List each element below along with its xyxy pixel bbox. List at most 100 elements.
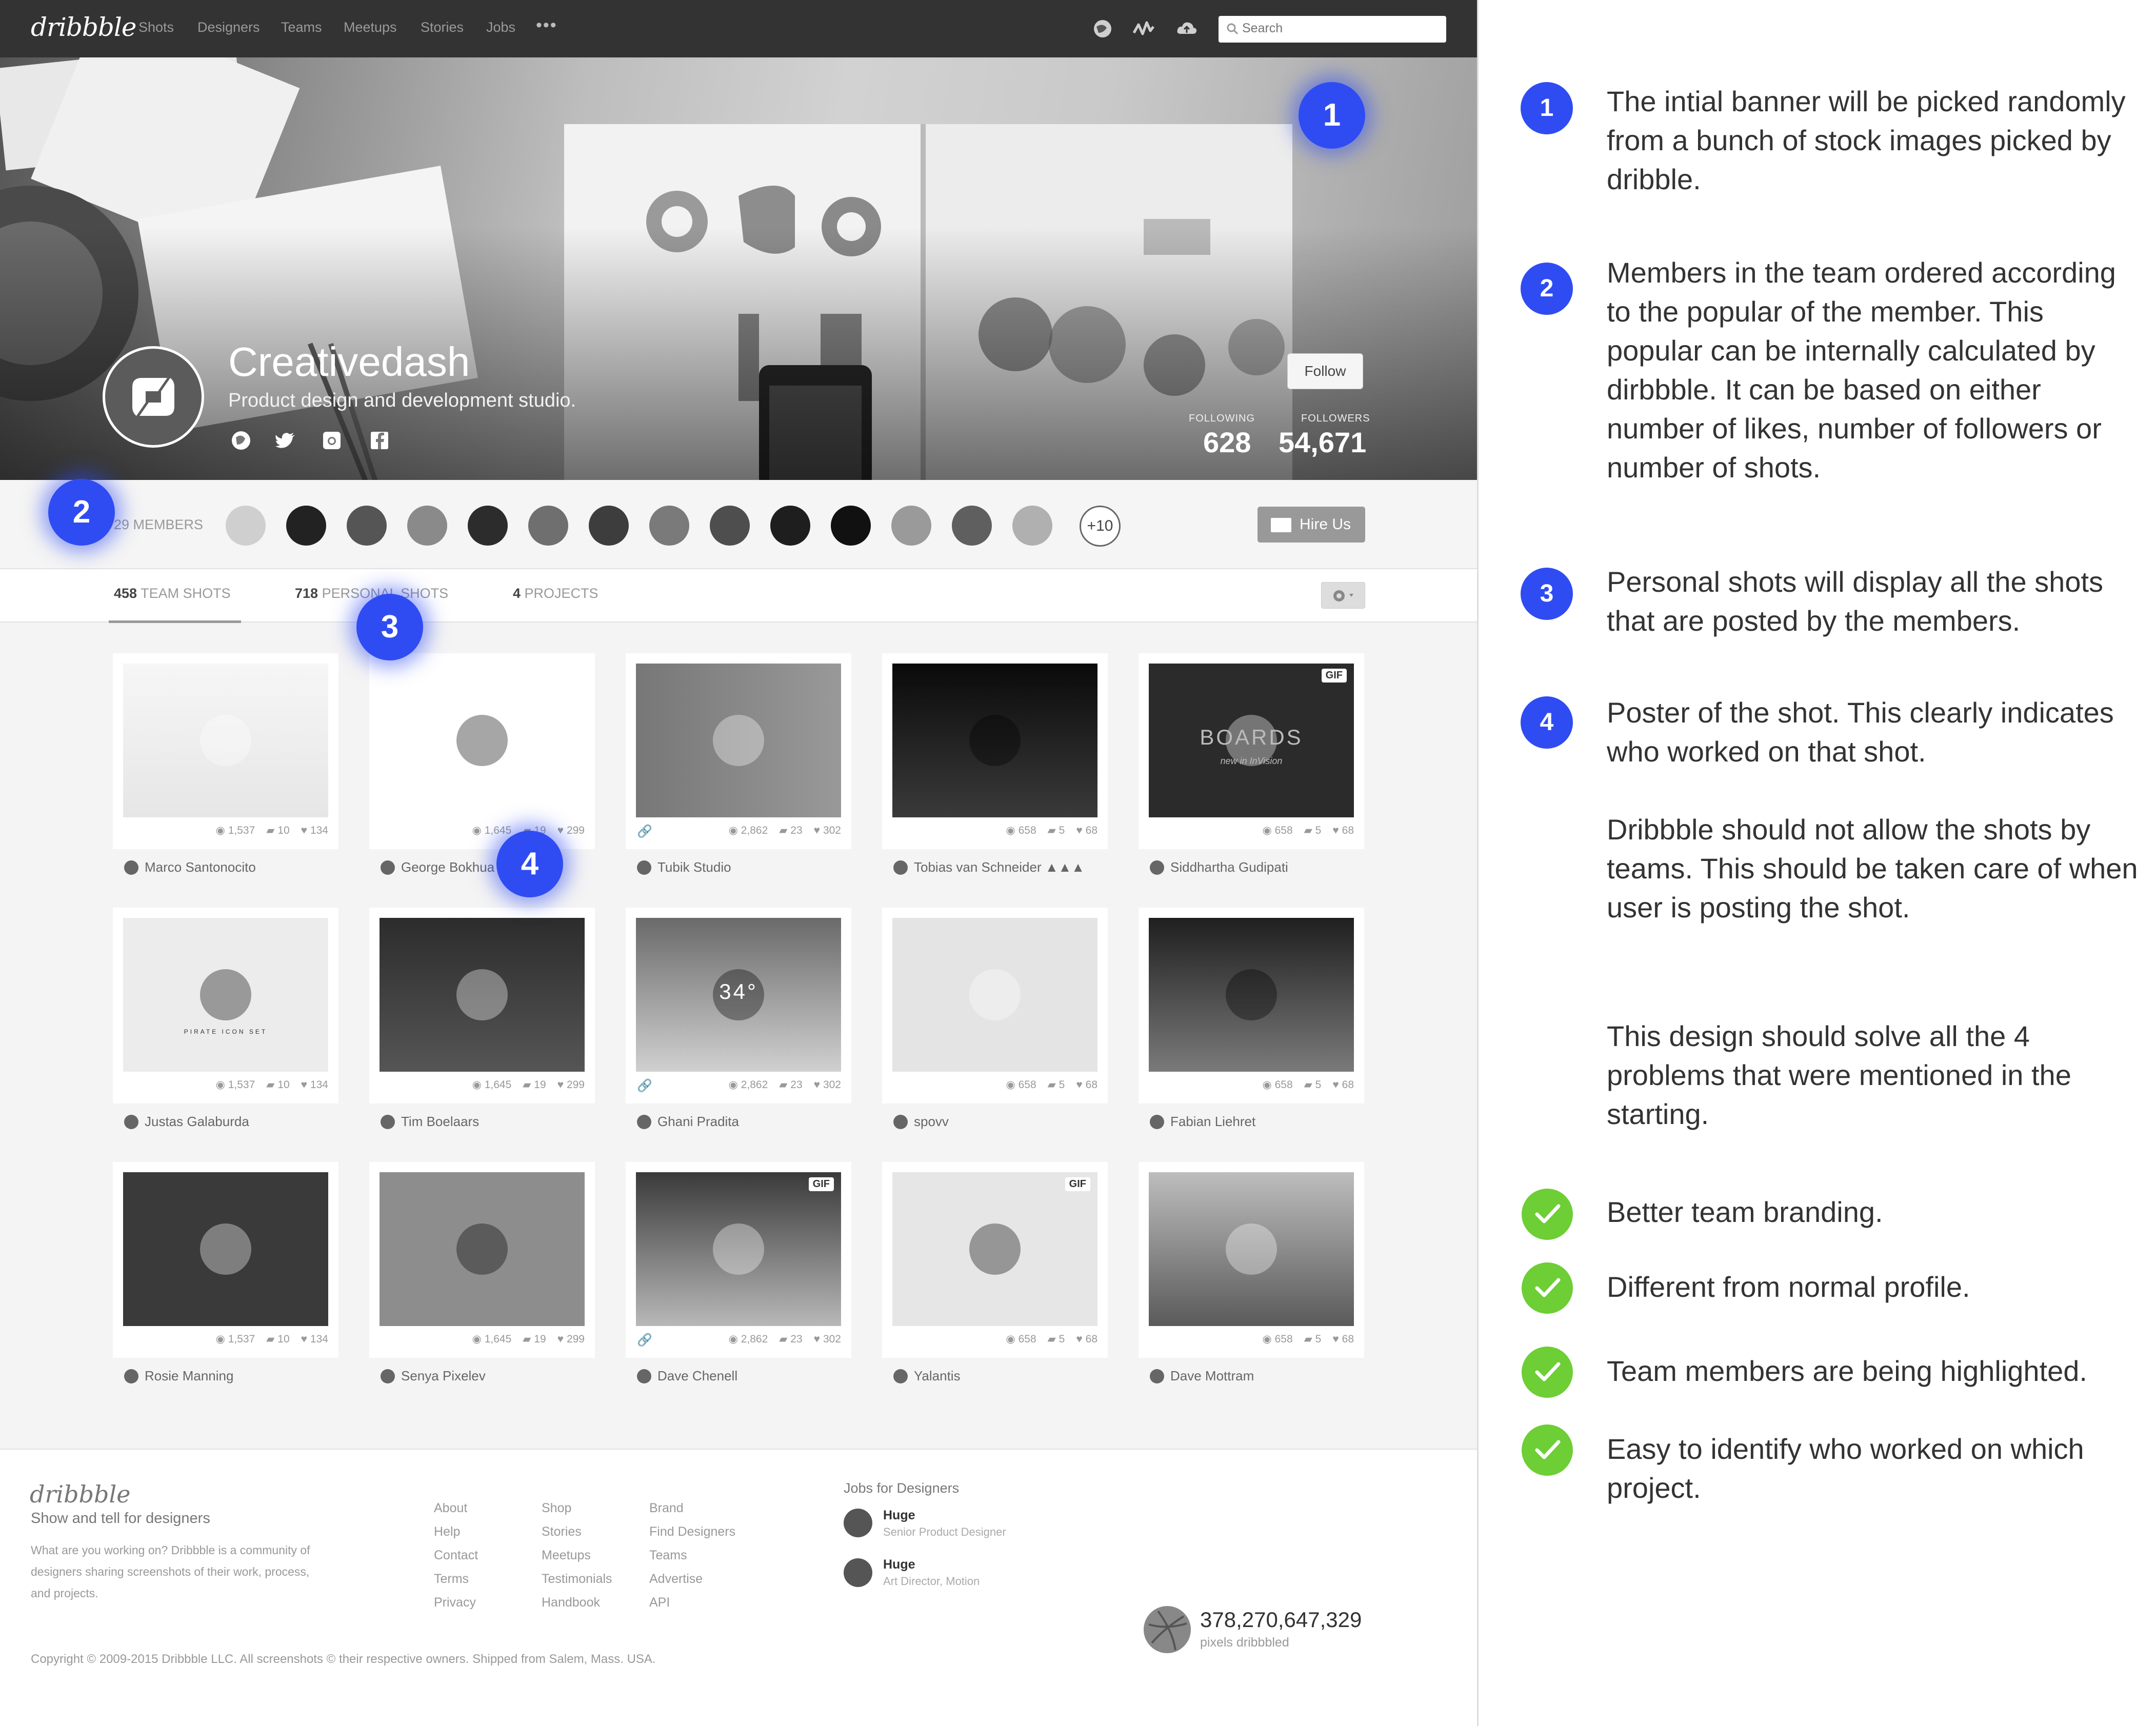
shot-card[interactable]: ◉ 1,537 ▰ 10 ♥ 134	[113, 1162, 338, 1358]
shot-likes[interactable]: ♥ 134	[301, 825, 328, 836]
shot-comments[interactable]: ▰ 23	[779, 1079, 802, 1091]
shot-comments[interactable]: ▰ 10	[266, 825, 289, 836]
poster-avatar[interactable]	[381, 1115, 395, 1129]
shot-comments[interactable]: ▰ 5	[1304, 1079, 1322, 1091]
poster-avatar[interactable]	[893, 1115, 908, 1129]
nav-link-jobs[interactable]: Jobs	[486, 19, 515, 35]
shot-likes[interactable]: ♥ 299	[557, 1333, 585, 1345]
member-avatar[interactable]	[770, 506, 810, 546]
shot-views[interactable]: ◉ 658	[1006, 1333, 1036, 1345]
shot-likes[interactable]: ♥ 68	[1076, 1079, 1097, 1091]
shot-card[interactable]: GIF 🔗 ◉ 2,862 ▰ 23 ♥ 302	[626, 1162, 851, 1358]
footer-link-handbook[interactable]: Handbook	[542, 1595, 600, 1610]
nav-link-shots[interactable]: Shots	[138, 19, 174, 35]
footer-link-stories[interactable]: Stories	[542, 1524, 582, 1539]
shot-views[interactable]: ◉ 1,537	[216, 825, 255, 836]
shot-thumbnail-mountain[interactable]	[123, 664, 328, 817]
shot-likes[interactable]: ♥ 134	[301, 1079, 328, 1091]
poster-name[interactable]: Tim Boelaars	[401, 1114, 479, 1129]
shot-card[interactable]: ◉ 658 ▰ 5 ♥ 68	[1139, 1162, 1364, 1358]
poster-avatar[interactable]	[381, 1369, 395, 1383]
shot-poster[interactable]: Rosie Manning	[124, 1368, 233, 1389]
footer-link-privacy[interactable]: Privacy	[434, 1595, 476, 1610]
footer-link-contact[interactable]: Contact	[434, 1548, 478, 1563]
hire-us-button[interactable]: Hire Us	[1257, 507, 1365, 543]
upload-cloud-icon[interactable]	[1175, 17, 1198, 40]
footer-logo[interactable]: dribbble	[30, 1480, 130, 1508]
poster-avatar[interactable]	[1150, 1115, 1164, 1129]
footer-link-meetups[interactable]: Meetups	[542, 1548, 591, 1563]
poster-name[interactable]: Rosie Manning	[145, 1368, 233, 1383]
nav-link-teams[interactable]: Teams	[281, 19, 322, 35]
member-avatar[interactable]	[649, 506, 689, 546]
shot-views[interactable]: ◉ 658	[1006, 825, 1036, 836]
shot-comments[interactable]: ▰ 5	[1048, 1333, 1065, 1345]
poster-name[interactable]: spovv	[914, 1114, 949, 1129]
shot-likes[interactable]: ♥ 68	[1332, 1333, 1354, 1345]
shot-comments[interactable]: ▰ 19	[523, 1333, 546, 1345]
instagram-icon[interactable]	[321, 429, 343, 452]
link-icon[interactable]: 🔗	[637, 824, 652, 839]
poster-name[interactable]: Fabian Liehret	[1170, 1114, 1255, 1129]
member-avatar[interactable]	[589, 506, 629, 546]
twitter-icon[interactable]	[274, 429, 297, 452]
shot-poster[interactable]: Justas Galaburda	[124, 1114, 249, 1134]
shot-likes[interactable]: ♥ 134	[301, 1333, 328, 1345]
poster-name[interactable]: Marco Santonocito	[145, 859, 256, 875]
poster-avatar[interactable]	[637, 1369, 651, 1383]
member-avatar[interactable]	[1012, 506, 1052, 546]
shot-poster[interactable]: Yalantis	[893, 1368, 961, 1389]
shot-poster[interactable]: Senya Pixelev	[381, 1368, 486, 1389]
shot-poster[interactable]: Marco Santonocito	[124, 859, 256, 880]
job-role[interactable]: Senior Product Designer	[883, 1526, 1006, 1539]
dribbble-logo[interactable]: dribbble	[31, 12, 137, 42]
shot-views[interactable]: ◉ 1,645	[472, 1079, 512, 1091]
shot-card[interactable]: 34° 🔗 ◉ 2,862 ▰ 23 ♥ 302	[626, 908, 851, 1103]
member-avatar[interactable]	[468, 506, 508, 546]
footer-link-shop[interactable]: Shop	[542, 1501, 571, 1516]
shot-likes[interactable]: ♥ 299	[557, 1079, 585, 1091]
footer-link-help[interactable]: Help	[434, 1524, 460, 1539]
shot-card[interactable]: ◉ 658 ▰ 5 ♥ 68	[882, 908, 1108, 1103]
shot-poster[interactable]: spovv	[893, 1114, 949, 1134]
poster-name[interactable]: Ghani Pradita	[657, 1114, 739, 1129]
nav-link-meetups[interactable]: Meetups	[344, 19, 397, 35]
shot-likes[interactable]: ♥ 68	[1332, 825, 1354, 836]
shot-thumbnail-app-ui[interactable]: GIF	[892, 1172, 1097, 1326]
tab-team-shots[interactable]: 458 TEAM SHOTS	[114, 586, 231, 601]
shot-thumbnail-weather-app[interactable]: 34°	[636, 918, 841, 1072]
shot-comments[interactable]: ▰ 10	[266, 1079, 289, 1091]
poster-avatar[interactable]	[381, 860, 395, 875]
member-avatar[interactable]	[347, 506, 387, 546]
member-avatar[interactable]	[286, 506, 326, 546]
job-role[interactable]: Art Director, Motion	[883, 1575, 980, 1588]
shot-thumbnail-stamp[interactable]	[380, 1172, 585, 1326]
shot-poster[interactable]: Tobias van Schneider ▲▲▲	[893, 859, 1085, 880]
search-input[interactable]	[1242, 21, 1437, 36]
shot-card[interactable]: ◉ 1,537 ▰ 10 ♥ 134	[113, 653, 338, 849]
nav-link-designers[interactable]: Designers	[197, 19, 260, 35]
shot-likes[interactable]: ♥ 299	[557, 825, 585, 836]
member-avatar[interactable]	[528, 506, 568, 546]
follow-button[interactable]: Follow	[1287, 353, 1363, 389]
followers-count[interactable]: 54,671	[1279, 426, 1366, 459]
poster-avatar[interactable]	[893, 860, 908, 875]
facebook-icon[interactable]	[368, 429, 391, 452]
shot-views[interactable]: ◉ 658	[1262, 1333, 1292, 1345]
shot-views[interactable]: ◉ 1,537	[216, 1333, 255, 1345]
shot-poster[interactable]: Dave Mottram	[1150, 1368, 1254, 1389]
footer-link-terms[interactable]: Terms	[434, 1572, 469, 1587]
member-avatar[interactable]	[407, 506, 447, 546]
shot-comments[interactable]: ▰ 5	[1304, 1333, 1322, 1345]
shot-card[interactable]: ◉ 658 ▰ 5 ♥ 68	[882, 653, 1108, 849]
shot-views[interactable]: ◉ 1,537	[216, 1079, 255, 1091]
shot-poster[interactable]: Siddhartha Gudipati	[1150, 859, 1288, 880]
poster-name[interactable]: Dave Chenell	[657, 1368, 737, 1383]
poster-name[interactable]: Tubik Studio	[657, 859, 731, 875]
more-members-button[interactable]: +10	[1080, 506, 1121, 547]
shot-card[interactable]: BOARDS new in InVision GIF ◉ 658 ▰ 5 ♥ 68	[1139, 653, 1364, 849]
shot-card[interactable]: 🔗 ◉ 2,862 ▰ 23 ♥ 302	[626, 653, 851, 849]
settings-dropdown-button[interactable]	[1321, 582, 1365, 609]
shot-thumbnail-dog[interactable]	[380, 664, 585, 817]
shot-thumbnail-city-app[interactable]	[636, 664, 841, 817]
